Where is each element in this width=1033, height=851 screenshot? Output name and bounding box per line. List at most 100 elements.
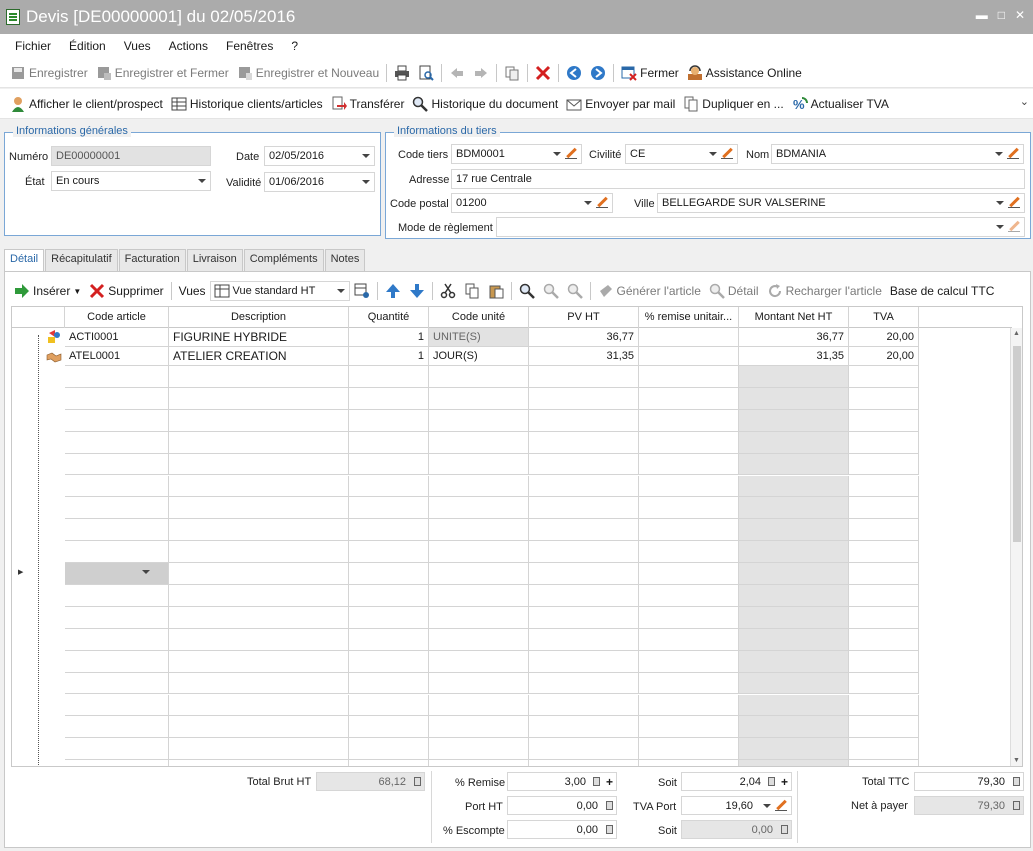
redo-button[interactable]	[469, 61, 493, 85]
nom-field[interactable]: BDMANIA	[771, 144, 1024, 164]
empty-cell[interactable]	[849, 716, 919, 739]
empty-cell[interactable]	[739, 497, 849, 520]
empty-cell[interactable]	[739, 585, 849, 607]
empty-cell[interactable]	[739, 409, 849, 432]
save-button[interactable]: Enregistrer	[6, 61, 92, 85]
grid-vertical-scrollbar[interactable]: ▲ ▼	[1010, 328, 1022, 766]
etat-select[interactable]: En cours	[51, 171, 211, 191]
empty-cell[interactable]	[849, 606, 919, 629]
empty-cell[interactable]	[429, 672, 529, 695]
empty-cell[interactable]	[529, 541, 639, 564]
next-button[interactable]	[586, 61, 610, 85]
empty-row[interactable]	[12, 650, 1012, 673]
empty-cell[interactable]	[169, 694, 349, 717]
delete-button[interactable]: Supprimer	[85, 279, 167, 303]
empty-row[interactable]	[12, 716, 1012, 739]
empty-cell[interactable]	[65, 541, 169, 564]
empty-cell[interactable]	[349, 628, 429, 651]
empty-cell[interactable]	[639, 738, 739, 761]
empty-row[interactable]: ▶	[12, 563, 1012, 585]
empty-cell[interactable]	[169, 431, 349, 454]
cell-tva[interactable]: 20,00	[849, 347, 919, 366]
empty-cell[interactable]	[169, 497, 349, 520]
empty-row[interactable]	[12, 409, 1012, 432]
dropdown-arrow-icon[interactable]	[709, 152, 717, 156]
empty-cell[interactable]	[169, 563, 349, 585]
history-doc-button[interactable]: Historique du document	[408, 92, 562, 116]
dropdown-arrow-icon[interactable]	[362, 180, 370, 184]
empty-cell[interactable]	[639, 628, 739, 651]
empty-cell[interactable]	[529, 606, 639, 629]
scroll-up-icon[interactable]: ▲	[1013, 330, 1020, 337]
empty-cell[interactable]	[349, 366, 429, 388]
empty-row[interactable]	[12, 628, 1012, 651]
empty-row[interactable]	[12, 585, 1012, 607]
cell-pv-ht[interactable]: 31,35	[529, 347, 639, 366]
print-button[interactable]	[390, 61, 414, 85]
empty-cell[interactable]	[349, 563, 429, 585]
empty-cell[interactable]	[349, 541, 429, 564]
empty-cell[interactable]	[429, 497, 529, 520]
plus-icon[interactable]: +	[781, 775, 788, 789]
reglement-field[interactable]	[496, 217, 1025, 237]
empty-cell[interactable]	[639, 366, 739, 388]
empty-cell[interactable]	[65, 650, 169, 673]
send-mail-button[interactable]: Envoyer par mail	[562, 92, 679, 116]
paste-button[interactable]	[484, 279, 508, 303]
empty-cell[interactable]	[739, 431, 849, 454]
validite-field[interactable]: 01/06/2016	[264, 172, 375, 192]
empty-cell[interactable]	[529, 628, 639, 651]
soit1-field[interactable]: 2,04 +	[681, 772, 792, 791]
dropdown-arrow-icon[interactable]	[362, 154, 370, 158]
dropdown-arrow-icon[interactable]	[553, 152, 561, 156]
empty-cell[interactable]	[429, 519, 529, 542]
empty-cell[interactable]	[65, 585, 169, 607]
numero-field[interactable]: DE00000001	[51, 146, 211, 166]
tab-facturation[interactable]: Facturation	[118, 249, 186, 271]
duplicate-button[interactable]: Dupliquer en ...	[679, 92, 787, 116]
search-prev-button[interactable]	[563, 279, 587, 303]
minimize-icon[interactable]: ▬	[976, 8, 988, 22]
close-doc-button[interactable]: Fermer	[617, 61, 683, 85]
dropdown-arrow-icon[interactable]	[995, 152, 1003, 156]
cell-code[interactable]: ATEL0001	[65, 347, 169, 366]
empty-cell[interactable]	[429, 606, 529, 629]
empty-cell[interactable]	[849, 431, 919, 454]
dropdown-arrow-icon[interactable]	[336, 289, 345, 293]
date-field[interactable]: 02/05/2016	[264, 146, 375, 166]
move-down-button[interactable]	[405, 279, 429, 303]
base-ttc-button[interactable]: Base de calcul TTC	[886, 279, 999, 303]
empty-cell[interactable]	[739, 475, 849, 498]
col-remise[interactable]: % remise unitair...	[639, 307, 739, 328]
empty-cell[interactable]	[739, 563, 849, 585]
menu-actions[interactable]: Actions	[160, 39, 217, 53]
empty-cell[interactable]	[65, 409, 169, 432]
empty-cell[interactable]	[529, 519, 639, 542]
cell-unite[interactable]: JOUR(S)	[429, 347, 529, 366]
empty-cell[interactable]	[639, 497, 739, 520]
empty-cell[interactable]	[849, 650, 919, 673]
empty-cell[interactable]	[639, 453, 739, 476]
empty-cell[interactable]	[849, 760, 919, 766]
scrollbar-thumb[interactable]	[1013, 346, 1021, 542]
menu-fenetres[interactable]: Fenêtres	[217, 39, 282, 53]
menu-edition[interactable]: Édition	[60, 39, 115, 53]
maximize-icon[interactable]: □	[998, 8, 1005, 22]
empty-cell[interactable]	[849, 387, 919, 410]
toolbar-overflow-chevron-icon[interactable]: ⌄	[1020, 95, 1029, 108]
table-row[interactable]: ACTI0001 FIGURINE HYBRIDE 1 UNITE(S) 36,…	[12, 328, 1012, 347]
empty-cell[interactable]	[739, 650, 849, 673]
empty-cell[interactable]	[639, 563, 739, 585]
empty-row[interactable]	[12, 672, 1012, 695]
empty-cell[interactable]	[349, 409, 429, 432]
empty-cell[interactable]	[429, 585, 529, 607]
empty-cell[interactable]	[429, 650, 529, 673]
calculator-icon[interactable]	[606, 825, 613, 834]
cell-remise[interactable]	[639, 328, 739, 347]
history-clients-button[interactable]: Historique clients/articles	[167, 92, 327, 116]
empty-cell[interactable]	[849, 475, 919, 498]
show-client-button[interactable]: Afficher le client/prospect	[6, 92, 167, 116]
empty-cell[interactable]	[429, 453, 529, 476]
empty-cell[interactable]	[65, 453, 169, 476]
edit-pencil-icon[interactable]	[565, 148, 577, 160]
